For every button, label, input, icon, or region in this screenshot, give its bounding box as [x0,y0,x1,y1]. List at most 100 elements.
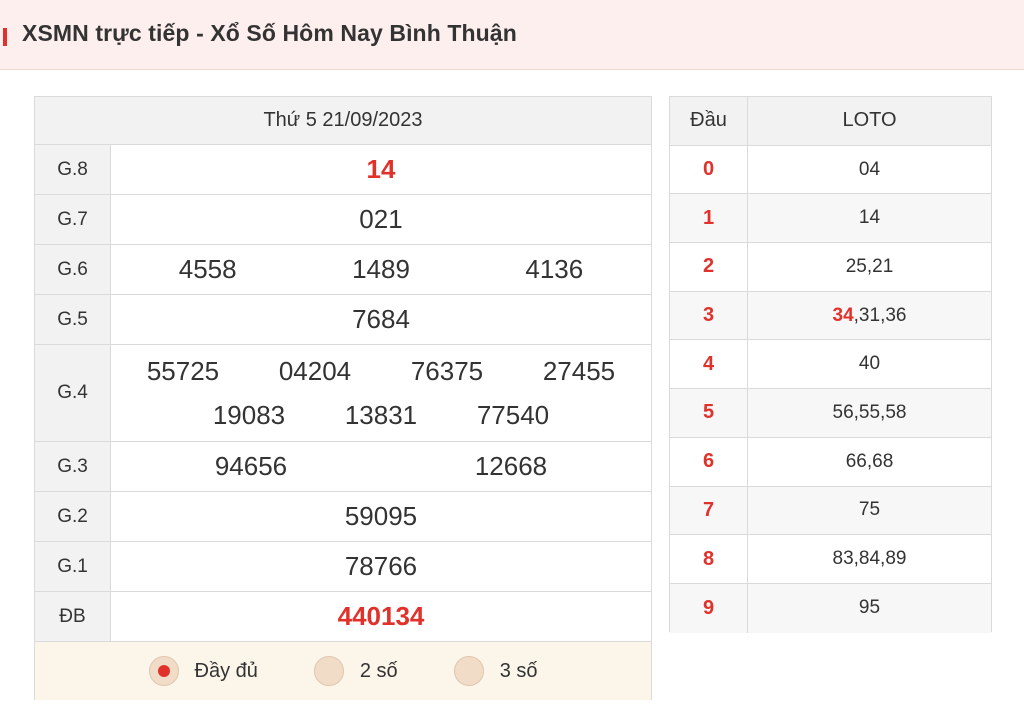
loto-row: 4 40 [670,340,991,390]
loto-rest: 75 [858,499,881,521]
page-header: XSMN trực tiếp - Xổ Số Hôm Nay Bình Thuậ… [0,0,1024,70]
loto-values: 56,55,58 [748,389,991,437]
prize-numbers: 14 [111,145,651,194]
loto-values: 34,31,36 [748,292,991,340]
loto-rest: 56,55,58 [832,401,907,423]
prize-row-g8: G.8 14 [35,145,651,195]
loto-table: Đầu LOTO 0 04 1 14 2 25,21 3 34,31,36 4 … [669,96,992,633]
radio-unchecked-icon[interactable] [313,656,344,686]
loto-row: 1 14 [670,194,991,244]
prize-row-g3: G.3 94656 12668 [35,442,651,492]
prize-row-db: ĐB 440134 [35,592,651,642]
loto-dau: 8 [670,535,748,583]
loto-row: 6 66,68 [670,437,991,487]
loto-rest: 14 [858,207,881,229]
loto-row: 9 95 [670,583,991,633]
loto-row: 7 75 [670,486,991,536]
loto-dau: 2 [670,243,748,291]
draw-date: Thứ 5 21/09/2023 [35,97,651,145]
prize-number: 59095 [344,501,418,531]
prize-number: 55725 [146,356,220,386]
header-accent-bar [3,28,7,46]
loto-row: 5 56,55,58 [670,389,991,438]
prize-number: 77540 [476,400,550,430]
prize-number: 04204 [278,356,352,386]
prize-numbers: 55725 04204 76375 27455 19083 13831 7754… [111,345,651,441]
prize-number: 440134 [337,601,425,631]
loto-row: 0 04 [670,145,991,195]
loto-values: 75 [748,487,991,535]
loto-row: 8 83,84,89 [670,535,991,584]
loto-rest: 40 [858,353,881,375]
prize-number: 7684 [352,304,410,334]
prize-row-g1: G.1 78766 [35,542,651,592]
loto-dau: 7 [670,486,748,535]
prize-label: G.8 [35,145,111,194]
prize-number: 021 [359,204,403,234]
prize-numbers: 94656 12668 [111,442,651,491]
prize-label: G.3 [35,442,111,491]
loto-dau: 9 [670,583,748,633]
prize-numbers: 021 [111,195,651,244]
mode-option-3-digits[interactable]: 3 số [453,656,538,686]
prize-number: 12668 [474,451,548,481]
mode-option-full[interactable]: Đầy đủ [148,656,258,686]
prize-label: G.2 [35,492,111,541]
loto-dau: 5 [670,389,748,437]
radio-unchecked-icon[interactable] [453,656,484,686]
prize-label: G.1 [35,542,111,591]
loto-header-row: Đầu LOTO [670,97,991,146]
loto-rest: 04 [858,158,881,180]
loto-values: 40 [748,340,991,388]
prize-number: 14 [366,154,396,184]
mode-label: Đầy đủ [194,659,258,682]
loto-header-dau: Đầu [670,97,748,145]
page-title: XSMN trực tiếp - Xổ Số Hôm Nay Bình Thuậ… [22,20,517,46]
prize-label: G.7 [35,195,111,244]
loto-rest: 25,21 [845,255,894,277]
loto-dau: 0 [670,145,748,194]
prize-number: 4558 [178,254,237,284]
prize-row-g4: G.4 55725 04204 76375 27455 19083 13831 … [35,345,651,442]
prize-number: 78766 [344,551,418,581]
prize-number: 76375 [410,356,484,386]
prize-numbers: 7684 [111,295,651,344]
mode-label: 3 số [499,659,538,682]
loto-dau: 4 [670,340,748,389]
prize-numbers: 78766 [111,542,651,591]
prize-number: 13831 [344,400,418,430]
prize-row-g5: G.5 7684 [35,295,651,345]
prize-numbers: 59095 [111,492,651,541]
prize-number: 27455 [542,356,616,386]
loto-dau: 3 [670,291,748,340]
radio-checked-icon[interactable] [148,656,179,686]
loto-rest: 83,84,89 [832,548,907,570]
mode-option-2-digits[interactable]: 2 số [313,656,398,686]
prize-row-g2: G.2 59095 [35,492,651,542]
loto-values: 66,68 [748,438,991,486]
prize-numbers: 4558 1489 4136 [111,245,651,294]
loto-row: 2 25,21 [670,243,991,292]
loto-header-loto: LOTO [842,109,897,132]
loto-rest: 66,68 [845,450,894,472]
mode-label: 2 số [359,659,398,682]
loto-highlight: 34 [832,304,854,326]
loto-dau: 1 [670,194,748,243]
loto-row: 3 34,31,36 [670,291,991,341]
loto-values: 95 [748,584,991,633]
prize-label: G.4 [35,345,111,441]
loto-values: 04 [748,146,991,194]
prize-label: ĐB [35,592,111,641]
loto-rest: ,31,36 [853,304,907,326]
prize-number: 4136 [525,254,584,284]
prize-number: 94656 [214,451,288,481]
results-table: Thứ 5 21/09/2023 G.8 14 G.7 021 G.6 4558… [34,96,652,700]
prize-row-g7: G.7 021 [35,195,651,245]
loto-dau: 6 [670,437,748,486]
loto-values: 14 [748,194,991,242]
loto-rest: 95 [858,597,881,619]
prize-label: G.6 [35,245,111,294]
prize-row-g6: G.6 4558 1489 4136 [35,245,651,295]
prize-number: 1489 [352,254,410,284]
loto-values: 25,21 [748,243,991,291]
